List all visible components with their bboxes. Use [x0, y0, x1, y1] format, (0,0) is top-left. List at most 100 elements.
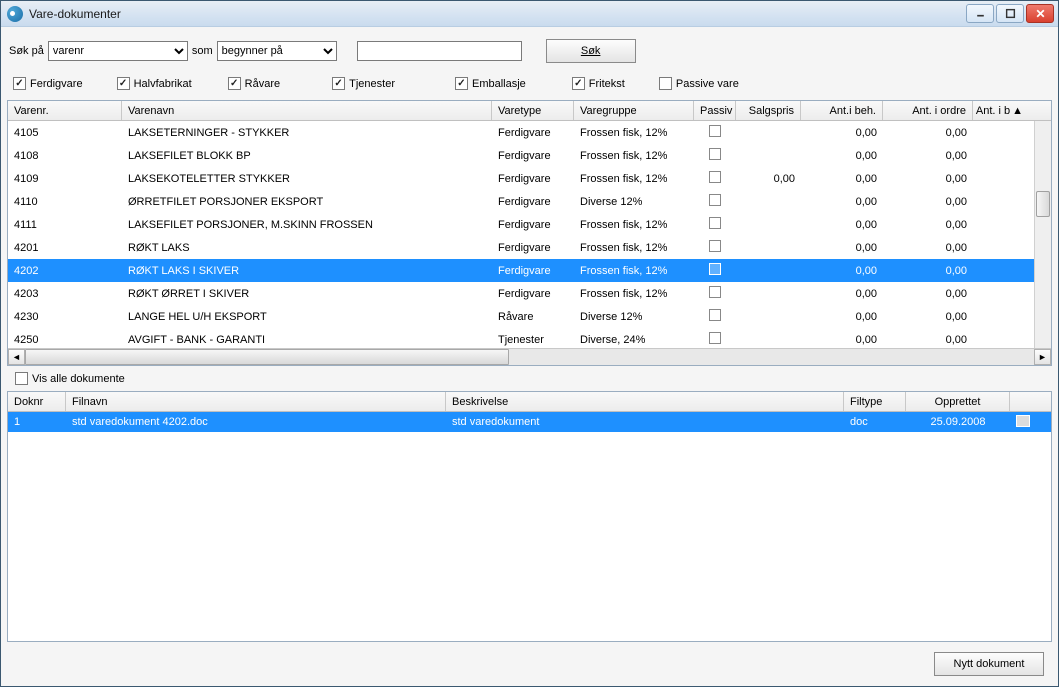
scroll-right-icon[interactable]: ►	[1034, 349, 1051, 365]
col-beskrivelse[interactable]: Beskrivelse	[446, 392, 844, 411]
col-extra[interactable]	[1010, 392, 1034, 411]
table-row[interactable]: 4203RØKT ØRRET I SKIVERFerdigvareFrossen…	[8, 282, 1051, 305]
table-row[interactable]: 4201RØKT LAKSFerdigvareFrossen fisk, 12%…	[8, 236, 1051, 259]
col-filtype[interactable]: Filtype	[844, 392, 906, 411]
filter-passive-vare[interactable]: Passive vare	[659, 77, 739, 90]
col-varenavn[interactable]: Varenavn	[122, 101, 492, 120]
checkbox-icon[interactable]	[709, 125, 721, 137]
table-row[interactable]: 4230LANGE HEL U/H EKSPORTRåvareDiverse 1…	[8, 305, 1051, 328]
col-varenr[interactable]: Varenr.	[8, 101, 122, 120]
col-antiordre[interactable]: Ant. i ordre	[883, 101, 973, 120]
col-doknr[interactable]: Doknr	[8, 392, 66, 411]
cell-antiordre: 0,00	[883, 173, 973, 185]
checkbox-icon[interactable]	[228, 77, 241, 90]
cell-passiv[interactable]	[694, 125, 736, 140]
scrollbar-thumb[interactable]	[1036, 191, 1050, 217]
titlebar[interactable]: Vare-dokumenter	[1, 1, 1058, 27]
cell-varegruppe: Frossen fisk, 12%	[574, 219, 694, 231]
cell-passiv[interactable]	[694, 194, 736, 209]
maximize-button[interactable]	[996, 4, 1024, 23]
col-salgspris[interactable]: Salgspris	[736, 101, 801, 120]
checkbox-icon[interactable]	[709, 240, 721, 252]
cell-varenr: 4250	[8, 334, 122, 346]
col-varegruppe[interactable]: Varegruppe	[574, 101, 694, 120]
vertical-scrollbar[interactable]	[1034, 121, 1051, 348]
checkbox-icon[interactable]	[709, 332, 721, 344]
minimize-button[interactable]	[966, 4, 994, 23]
filter-row: Ferdigvare Halvfabrikat Råvare Tjenester Emb…	[7, 73, 1052, 100]
filter-råvare[interactable]: Råvare	[228, 77, 280, 90]
documents-body[interactable]: 1std varedokument 4202.docstd varedokume…	[8, 412, 1051, 641]
col-passiv[interactable]: Passiv	[694, 101, 736, 120]
filter-label: Tjenester	[349, 78, 395, 90]
cell-varetype: Ferdigvare	[492, 150, 574, 162]
search-field-select[interactable]: varenr	[48, 41, 188, 61]
table-row[interactable]: 4202RØKT LAKS I SKIVERFerdigvareFrossen …	[8, 259, 1051, 282]
cell-varetype: Ferdigvare	[492, 173, 574, 185]
col-antibeh[interactable]: Ant.i beh.	[801, 101, 883, 120]
cell-varenavn: LAKSEFILET PORSJONER, M.SKINN FROSSEN	[122, 219, 492, 231]
checkbox-icon[interactable]	[13, 77, 26, 90]
cell-antibeh: 0,00	[801, 127, 883, 139]
col-varetype[interactable]: Varetype	[492, 101, 574, 120]
show-all-docs-checkbox[interactable]	[15, 372, 28, 385]
checkbox-icon[interactable]	[709, 263, 721, 275]
cell-antibeh: 0,00	[801, 173, 883, 185]
filter-label: Emballasje	[472, 78, 526, 90]
filter-ferdigvare[interactable]: Ferdigvare	[13, 77, 83, 90]
cell-antibeh: 0,00	[801, 265, 883, 277]
filter-emballasje[interactable]: Emballasje	[455, 77, 526, 90]
table-row[interactable]: 4108LAKSEFILET BLOKK BPFerdigvareFrossen…	[8, 144, 1051, 167]
table-row[interactable]: 1std varedokument 4202.docstd varedokume…	[8, 412, 1051, 432]
col-filnavn[interactable]: Filnavn	[66, 392, 446, 411]
cell-passiv[interactable]	[694, 263, 736, 278]
horizontal-scrollbar[interactable]: ◄ ►	[8, 348, 1051, 365]
checkbox-icon[interactable]	[709, 217, 721, 229]
cell-passiv[interactable]	[694, 217, 736, 232]
checkbox-icon[interactable]	[709, 309, 721, 321]
checkbox-icon[interactable]	[572, 77, 585, 90]
checkbox-icon[interactable]	[659, 77, 672, 90]
table-row[interactable]: 4111LAKSEFILET PORSJONER, M.SKINN FROSSE…	[8, 213, 1051, 236]
cell-passiv[interactable]	[694, 148, 736, 163]
cell-antiordre: 0,00	[883, 150, 973, 162]
table-row[interactable]: 4250AVGIFT - BANK - GARANTITjenesterDive…	[8, 328, 1051, 348]
close-button[interactable]	[1026, 4, 1054, 23]
filter-fritekst[interactable]: Fritekst	[572, 77, 625, 90]
table-row[interactable]: 4109LAKSEKOTELETTER STYKKERFerdigvareFro…	[8, 167, 1051, 190]
search-mode-select[interactable]: begynner på	[217, 41, 337, 61]
cell-passiv[interactable]	[694, 286, 736, 301]
cell-varegruppe: Frossen fisk, 12%	[574, 150, 694, 162]
checkbox-icon[interactable]	[332, 77, 345, 90]
checkbox-icon[interactable]	[709, 171, 721, 183]
cell-screen[interactable]	[1010, 415, 1034, 430]
products-body[interactable]: 4105LAKSETERNINGER - STYKKERFerdigvareFr…	[8, 121, 1051, 348]
cell-passiv[interactable]	[694, 240, 736, 255]
filter-tjenester[interactable]: Tjenester	[332, 77, 395, 90]
new-document-button[interactable]: Nytt dokument	[934, 652, 1044, 676]
scroll-left-icon[interactable]: ◄	[8, 349, 25, 365]
checkbox-icon[interactable]	[455, 77, 468, 90]
search-input[interactable]	[357, 41, 522, 61]
col-opprettet[interactable]: Opprettet	[906, 392, 1010, 411]
checkbox-icon[interactable]	[709, 194, 721, 206]
cell-passiv[interactable]	[694, 309, 736, 324]
window-title: Vare-dokumenter	[29, 7, 966, 21]
filter-label: Ferdigvare	[30, 78, 83, 90]
cell-varenr: 4105	[8, 127, 122, 139]
table-row[interactable]: 4110ØRRETFILET PORSJONER EKSPORTFerdigva…	[8, 190, 1051, 213]
cell-varegruppe: Frossen fisk, 12%	[574, 127, 694, 139]
scrollbar-thumb-h[interactable]	[25, 349, 509, 365]
search-button[interactable]: Søk	[546, 39, 636, 63]
col-antib[interactable]: Ant. i b▲	[973, 101, 1029, 120]
filter-halvfabrikat[interactable]: Halvfabrikat	[117, 77, 192, 90]
checkbox-icon[interactable]	[709, 148, 721, 160]
checkbox-icon[interactable]	[117, 77, 130, 90]
table-row[interactable]: 4105LAKSETERNINGER - STYKKERFerdigvareFr…	[8, 121, 1051, 144]
cell-passiv[interactable]	[694, 171, 736, 186]
cell-doknr: 1	[8, 416, 66, 428]
cell-varenr: 4109	[8, 173, 122, 185]
filter-label: Råvare	[245, 78, 280, 90]
cell-passiv[interactable]	[694, 332, 736, 347]
checkbox-icon[interactable]	[709, 286, 721, 298]
